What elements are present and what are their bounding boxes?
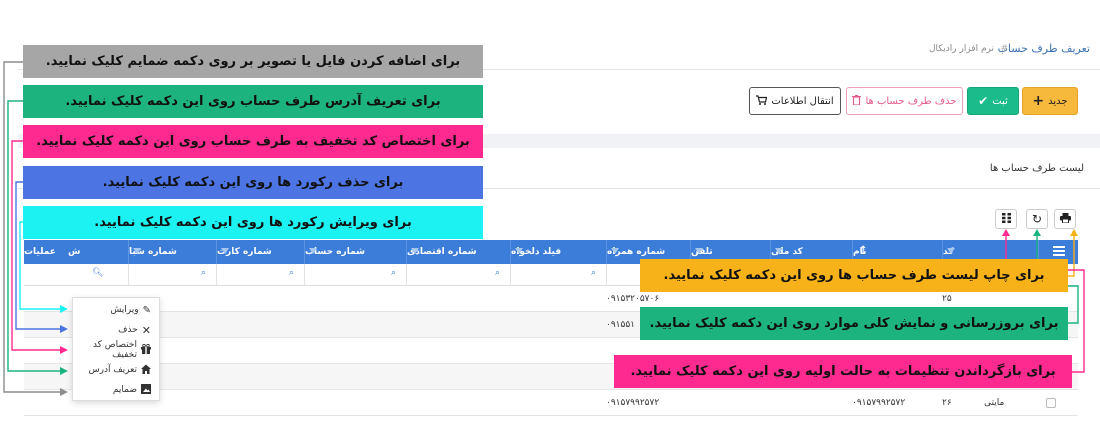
search-icon: ⌕ <box>495 268 501 278</box>
sort-icon <box>947 248 955 254</box>
check-icon: ✔ <box>978 94 989 108</box>
search-icon: ⌕ <box>289 268 295 278</box>
save-button[interactable]: ثبت ✔ <box>967 87 1019 115</box>
filter-cell[interactable]: ⌕ <box>304 264 406 286</box>
column-header-sh[interactable]: ش <box>68 240 128 264</box>
delete-accounts-label: حذف طرف حساب ها <box>865 95 957 107</box>
sort-asc-icon: ↑ <box>859 245 868 256</box>
transfer-data-label: انتقال اطلاعات <box>771 95 834 107</box>
cell-name: مایتی <box>984 398 1005 408</box>
callout-attachments: برای اضافه کردن فایل یا تصویر بر روی دکم… <box>23 45 483 78</box>
trash-icon <box>852 94 862 108</box>
menu-item-edit[interactable]: ✎ ویرایش <box>110 300 151 320</box>
filter-cell[interactable]: ⌕ <box>406 264 510 286</box>
page: تعریف طرف حساب # نرم افزار رادیکال جدید … <box>0 0 1100 433</box>
filter-cell[interactable]: ⌕ <box>128 264 216 286</box>
row-actions-menu: ✎ ویرایش ✕ حذف اختصاص کد تخفیف تعریف آدر… <box>72 297 160 401</box>
gift-icon <box>141 343 151 357</box>
sort-icon <box>611 248 619 254</box>
refresh-button[interactable]: ↻ <box>1026 209 1048 229</box>
save-button-label: ثبت <box>992 95 1008 107</box>
attachment-icon <box>141 383 151 397</box>
cell-code: ۲۶ <box>942 398 952 408</box>
filter-cell[interactable]: 🔍︎ <box>24 264 128 286</box>
list-title: لیست طرف حساب ها <box>989 163 1084 174</box>
sort-icon <box>411 248 419 254</box>
sort-icon <box>695 248 703 254</box>
cell-mobile: ۰۹۱۵۷۹۹۲۵۷۲ <box>606 398 660 408</box>
reset-columns-button[interactable] <box>995 209 1017 229</box>
table-row[interactable]: ۰۹۱۵۷۹۹۲۵۷۲ ۰۹۱۵۷۹۹۲۵۷۲ ۲۶ مایتی <box>24 390 1078 416</box>
sort-icon <box>515 248 523 254</box>
filter-cell[interactable]: ⌕ <box>510 264 606 286</box>
column-header-account-number[interactable]: شماره حساب <box>304 240 406 264</box>
sort-icon <box>221 248 229 254</box>
new-button[interactable]: جدید + <box>1022 87 1078 115</box>
search-icon: ⌕ <box>591 268 597 278</box>
column-header-custom-field[interactable]: فیلد دلخواه <box>510 240 606 264</box>
print-icon <box>1059 212 1071 226</box>
home-icon <box>141 364 151 377</box>
breadcrumb-separator: # <box>1000 44 1008 54</box>
callout-refresh: برای بروزرسانی و نمایش کلی موارد روی این… <box>640 307 1068 340</box>
row-checkbox[interactable] <box>1046 398 1056 408</box>
breadcrumb-app[interactable]: نرم افزار رادیکال <box>929 44 994 54</box>
search-icon: ⌕ <box>391 268 397 278</box>
columns-icon <box>1001 212 1011 226</box>
menu-icon <box>1052 245 1065 259</box>
column-header-card[interactable]: شماره کارت <box>216 240 304 264</box>
search-icon: ⌕ <box>201 268 207 278</box>
callout-address: برای تعریف آدرس طرف حساب روی این دکمه کل… <box>23 85 483 118</box>
filter-cell[interactable]: ⌕ <box>216 264 304 286</box>
delete-accounts-button[interactable]: حذف طرف حساب ها <box>846 87 963 115</box>
column-header-economic-number[interactable]: شماره اقتصادی <box>406 240 510 264</box>
column-header-sheba[interactable]: شماره شبا <box>128 240 216 264</box>
page-title[interactable]: تعریف طرف حساب <box>998 42 1090 55</box>
callout-edit-record: برای ویرایش رکورد ها روی این دکمه کلیک ن… <box>23 206 483 239</box>
menu-item-delete[interactable]: ✕ حذف <box>118 320 151 340</box>
close-icon: ✕ <box>141 323 151 337</box>
print-button[interactable] <box>1054 209 1076 229</box>
transfer-data-button[interactable]: انتقال اطلاعات <box>749 87 841 115</box>
search-icon: 🔍︎ <box>92 268 104 278</box>
menu-item-address[interactable]: تعریف آدرس <box>89 360 151 380</box>
callout-discount: برای اختصاص کد تخفیف به طرف حساب روی این… <box>23 125 483 158</box>
new-button-label: جدید <box>1048 95 1068 107</box>
sort-icon <box>309 248 317 254</box>
callout-delete-record: برای حذف رکورد ها روی این دکمه کلیک نمای… <box>23 166 483 199</box>
sort-icon <box>133 248 141 254</box>
sort-icon <box>775 248 783 254</box>
pencil-icon: ✎ <box>142 304 151 316</box>
callout-print: برای چاپ لیست طرف حساب ها روی این دکمه ک… <box>640 259 1068 292</box>
cart-icon <box>756 94 768 108</box>
callout-reset: برای بازگرداندن تنظیمات به حالت اولیه رو… <box>614 355 1072 388</box>
refresh-icon: ↻ <box>1031 212 1043 226</box>
cell-national-code: ۰۹۱۵۷۹۹۲۵۷۲ <box>852 398 906 408</box>
plus-icon: + <box>1032 93 1045 109</box>
menu-item-discount[interactable]: اختصاص کد تخفیف <box>73 340 151 360</box>
menu-item-attachments[interactable]: ضمایم <box>113 380 151 400</box>
